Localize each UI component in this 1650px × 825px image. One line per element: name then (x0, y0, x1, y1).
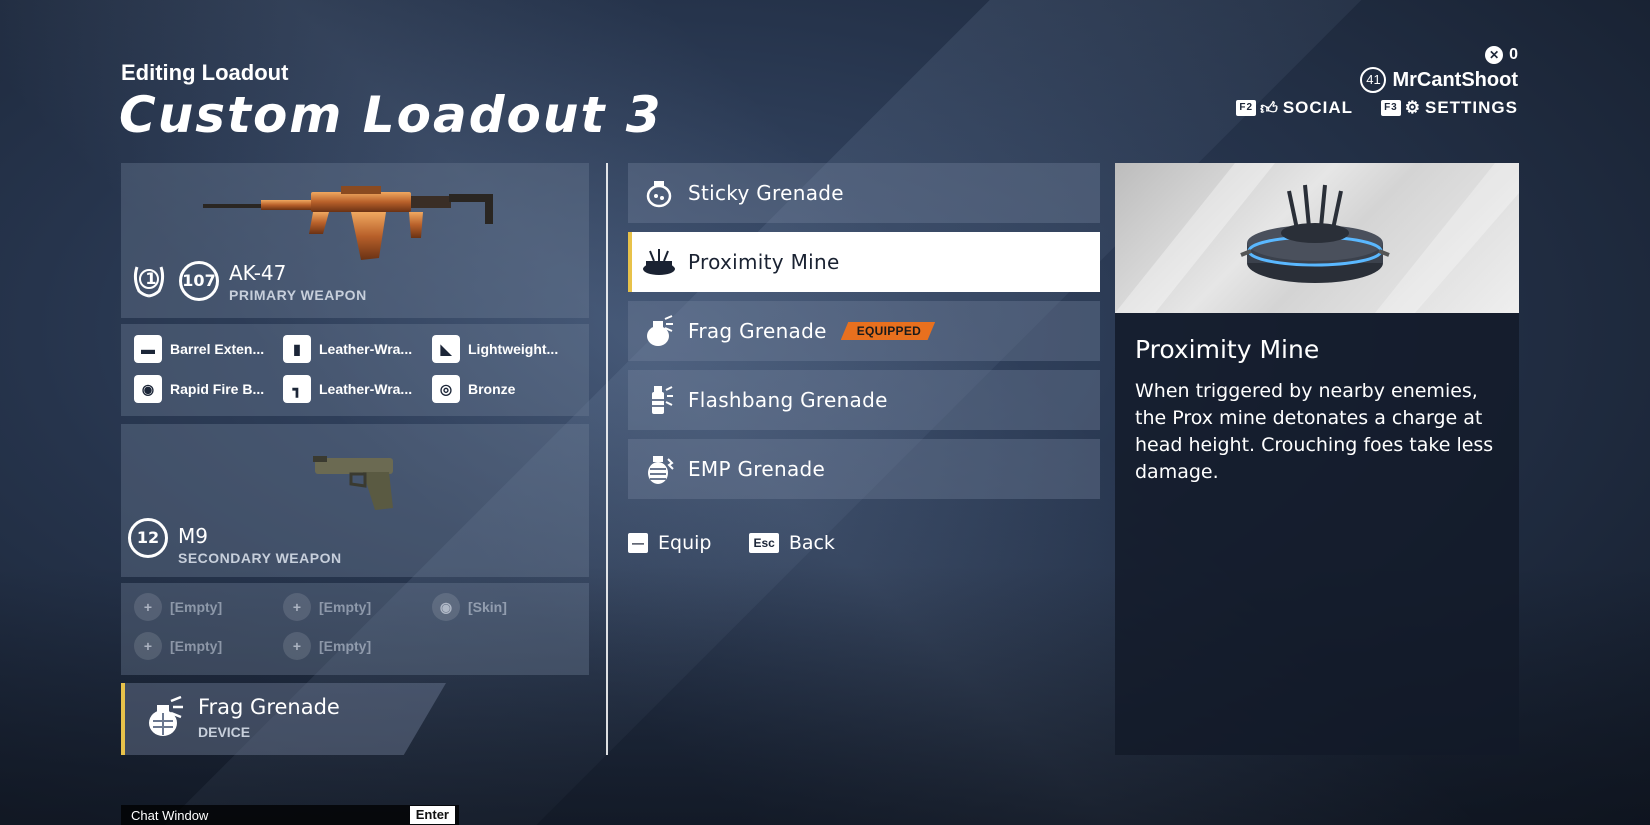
back-key: Esc (749, 533, 779, 553)
attachment-label: Lightweight... (468, 341, 559, 357)
item-detail-panel: Proximity Mine When triggered by nearby … (1115, 313, 1519, 755)
sticky-grenade-icon (642, 176, 676, 210)
frag-grenade-icon (642, 314, 676, 348)
attachment-slot[interactable]: + [Empty] (134, 593, 222, 621)
social-button[interactable]: F2 👍︎ SOCIAL (1236, 98, 1353, 119)
attachment-slot[interactable]: + [Empty] (134, 632, 222, 660)
menu-row: F2 👍︎ SOCIAL F3 ⚙ SETTINGS (1236, 94, 1518, 122)
device-type: DEVICE (198, 724, 251, 740)
primary-weapon-type: PRIMARY WEAPON (229, 287, 367, 303)
proximity-mine-render (1115, 163, 1519, 313)
top-right-status: ✕ 0 41 MrCantShoot F2 👍︎ SOCIAL F3 ⚙ SET… (1236, 44, 1518, 122)
option-label: Proximity Mine (688, 250, 840, 274)
primary-weapon-name: AK-47 (229, 261, 287, 285)
item-preview (1115, 163, 1519, 313)
secondary-attachments: + [Empty] + [Empty] ◉ [Skin] + [Empty] +… (121, 583, 589, 675)
weapon-level-ring: 12 (128, 518, 168, 558)
primary-weapon-card[interactable]: 1 107 AK-47 PRIMARY WEAPON (121, 163, 589, 318)
settings-label: SETTINGS (1424, 98, 1518, 117)
attachment-label: [Empty] (170, 599, 223, 615)
equipped-badge: EQUIPPED (840, 322, 936, 340)
attachment-label: Barrel Exten... (170, 341, 265, 357)
flashbang-icon (642, 383, 676, 417)
device-option-emp-grenade[interactable]: EMP Grenade (628, 439, 1100, 499)
plus-icon: + (134, 593, 162, 621)
device-option-frag-grenade[interactable]: Frag Grenade EQUIPPED (628, 301, 1100, 361)
chat-label: Chat Window (131, 807, 209, 823)
settings-key: F3 (1381, 100, 1401, 116)
option-label: Flashbang Grenade (688, 388, 888, 412)
attachment-slot[interactable]: ◉ [Skin] (432, 593, 507, 621)
pistol-grip-icon: ┓ (283, 375, 311, 403)
emp-grenade-icon (642, 452, 676, 486)
attachment-label: [Empty] (170, 638, 223, 654)
settings-button[interactable]: F3 ⚙ SETTINGS (1381, 98, 1518, 118)
back-hint[interactable]: Back (789, 532, 835, 554)
plus-icon: + (134, 632, 162, 660)
device-option-proximity-mine[interactable]: Proximity Mine (628, 232, 1100, 292)
device-option-sticky-grenade[interactable]: Sticky Grenade (628, 163, 1100, 223)
attachment-slot[interactable]: ◉ Rapid Fire B... (134, 375, 264, 403)
frag-grenade-icon (149, 695, 183, 736)
chat-enter-key: Enter (409, 806, 455, 824)
prestige-number: 1 (145, 269, 157, 288)
eye-icon: ◎ (432, 375, 460, 403)
gear-icon: ⚙ (1404, 98, 1421, 117)
attachment-label: [Empty] (319, 638, 372, 654)
m9-pistol-image (313, 456, 393, 510)
control-hints: — Equip Esc Back (628, 532, 835, 554)
attachment-label: [Skin] (468, 599, 507, 615)
barrel-icon: ▬ (134, 335, 162, 363)
detail-title: Proximity Mine (1135, 335, 1320, 364)
social-label: SOCIAL (1282, 98, 1354, 117)
device-slot[interactable]: Frag Grenade DEVICE (121, 683, 446, 755)
social-key: F2 (1236, 100, 1257, 116)
equip-hint[interactable]: Equip (658, 532, 711, 554)
grip-icon: ▮ (283, 335, 311, 363)
editing-label: Editing Loadout (121, 60, 289, 85)
weapon-level-ring: 107 (179, 261, 219, 301)
attachment-label: Rapid Fire B... (170, 381, 265, 397)
plus-icon: + (283, 632, 311, 660)
attachment-slot[interactable]: ▮ Leather-Wra... (283, 335, 412, 363)
attachment-slot[interactable]: + [Empty] (283, 632, 371, 660)
eye-icon: ◉ (432, 593, 460, 621)
option-label: Sticky Grenade (688, 181, 844, 205)
thumbs-up-icon: 👍︎ (1260, 98, 1279, 118)
column-divider (606, 163, 608, 755)
currency-icon: ✕ (1485, 46, 1504, 64)
equip-key: — (628, 533, 648, 553)
secondary-weapon-type: SECONDARY WEAPON (178, 550, 342, 566)
secondary-weapon-card[interactable]: 12 M9 SECONDARY WEAPON (121, 424, 589, 577)
player-row: 41 MrCantShoot (1236, 66, 1518, 94)
option-label: Frag Grenade (688, 319, 827, 343)
ak47-image (203, 186, 493, 260)
attachment-label: [Empty] (319, 599, 372, 615)
page-title: Custom Loadout 3 (119, 86, 663, 144)
device-name: Frag Grenade (198, 695, 340, 719)
attachment-label: Bronze (468, 381, 516, 397)
player-level-badge: 41 (1360, 67, 1387, 93)
attachment-slot[interactable]: + [Empty] (283, 593, 371, 621)
secondary-weapon-name: M9 (178, 524, 208, 548)
attachment-slot[interactable]: ◣ Lightweight... (432, 335, 558, 363)
currency-value: 0 (1509, 46, 1518, 63)
proximity-mine-icon (642, 245, 676, 279)
target-icon: ◉ (134, 375, 162, 403)
attachment-slot[interactable]: ◎ Bronze (432, 375, 515, 403)
plus-icon: + (283, 593, 311, 621)
option-label: EMP Grenade (688, 457, 826, 481)
primary-attachments: ▬ Barrel Exten... ▮ Leather-Wra... ◣ Lig… (121, 324, 589, 416)
username: MrCantShoot (1392, 68, 1518, 91)
attachment-label: Leather-Wra... (319, 381, 413, 397)
detail-description: When triggered by nearby enemies, the Pr… (1135, 380, 1494, 483)
device-option-flashbang-grenade[interactable]: Flashbang Grenade (628, 370, 1100, 430)
attachment-slot[interactable]: ┓ Leather-Wra... (283, 375, 412, 403)
currency-row: ✕ 0 (1236, 44, 1518, 66)
attachment-label: Leather-Wra... (319, 341, 413, 357)
stock-icon: ◣ (432, 335, 460, 363)
attachment-slot[interactable]: ▬ Barrel Exten... (134, 335, 264, 363)
chat-window-bar[interactable]: Chat Window Enter (121, 805, 459, 825)
